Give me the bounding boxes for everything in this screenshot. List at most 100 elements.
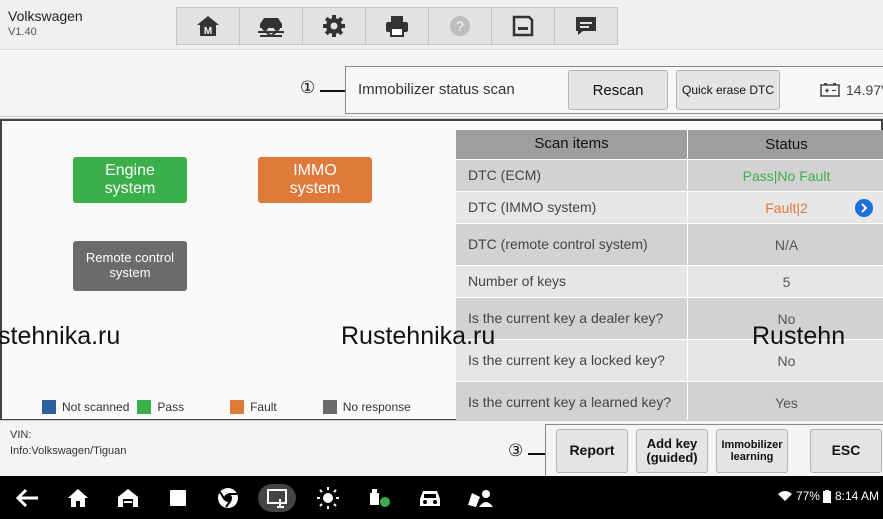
garage-icon [118,489,138,507]
scan-item: DTC (IMMO system) [468,198,597,215]
table-row[interactable]: Is the current key a learned key? Yes [456,382,883,424]
engine-system-line2: system [104,180,156,197]
engine-system-button[interactable]: Engine system [73,157,187,203]
scan-status: Fault|2 [765,199,808,216]
remote-support-button[interactable] [466,484,494,512]
remote-system-line1: Remote control [85,250,175,266]
brand: Volkswagen V1.40 [8,8,83,38]
autel-home-button[interactable] [114,484,142,512]
callout-3: ③ [508,441,524,461]
table-row[interactable]: Number of keys 5 [456,266,883,298]
recent-apps-icon [170,490,186,506]
vci-connected-icon [370,489,390,507]
scan-table: Scan items Status DTC (ECM) Pass|No Faul… [456,130,883,424]
wifi-icon [777,491,792,501]
immo-system-line2: system [289,180,341,197]
callout-1-line [320,90,346,92]
message-icon [576,17,596,35]
legend-label-fault: Fault [250,400,277,414]
table-row[interactable]: DTC (IMMO system) Fault|2 [456,192,883,224]
legend-swatch-fault [230,400,245,414]
scan-item: DTC (remote control system) [468,235,648,252]
system-navbar: 77% 8:14 AM [0,476,883,519]
header-status: Status [687,130,883,159]
vehicle-button[interactable] [416,484,444,512]
immo-system-line1: IMMO [293,161,337,179]
add-key-guided-button[interactable]: Add key (guided) [636,429,708,473]
status-area: 77% 8:14 AM [777,489,879,503]
brand-name: Volkswagen [8,8,83,24]
recent-apps-button[interactable] [164,484,192,512]
chevron-right-icon [861,203,868,213]
callout-1: ① [300,78,316,98]
svg-text:?: ? [456,18,464,34]
vci-button[interactable] [258,484,296,512]
table-row[interactable]: DTC (ECM) Pass|No Fault [456,160,883,192]
add-key-line2: (guided) [646,450,698,465]
app-window: Volkswagen V1.40 M ? ① Immobilizer statu… [0,0,883,519]
back-arrow-icon [16,488,38,508]
car-icon [420,491,440,506]
scan-item: Is the current key a learned key? [468,393,672,410]
battery-percent: 77% [795,489,820,503]
table-header: Scan items Status [456,130,883,160]
message-button[interactable] [554,7,618,45]
remote-support-icon [468,490,493,507]
immo-learning-line2: learning [730,451,774,463]
quick-erase-dtc-button[interactable]: Quick erase DTC [676,70,780,110]
immobilizer-learning-button[interactable]: Immobilizer learning [716,429,788,473]
clock: 8:14 AM [834,489,879,503]
legend-label-pass: Pass [157,400,185,414]
vehicle-lift-icon [258,18,284,38]
vin-label: VIN: [10,429,32,441]
scan-item: Number of keys [468,272,567,289]
home-icon-letter: M [204,26,212,37]
vehicle-lift-button[interactable] [239,7,303,45]
scan-action-box: Immobilizer status scan Rescan Quick era… [345,66,883,114]
brightness-icon [317,487,339,509]
scan-status: Yes [687,382,883,423]
watermark-text: Rustehnika.ru [341,322,496,350]
help-icon: ? [450,16,470,36]
home-outline-icon [68,489,88,507]
brand-version: V1.40 [8,26,37,38]
vehicle-info: Info:Volkswagen/Tiguan [10,445,127,457]
legend-label-not-scanned: Not scanned [62,400,130,414]
scan-status-cell: Fault|2 [687,192,883,223]
scan-title: Immobilizer status scan [358,81,515,98]
detail-arrow-button[interactable] [855,199,873,217]
voltage-readout: 14.97V [820,82,883,98]
main-area: Engine system IMMO system Remote control… [0,118,883,424]
battery-level-icon [822,489,831,503]
table-row[interactable]: DTC (remote control system) N/A [456,224,883,266]
save-button[interactable] [491,7,555,45]
browser-icon [218,488,238,508]
footer: VIN: Info:Volkswagen/Tiguan ③ Report Add… [0,420,883,477]
voltage-value: 14.97V [846,82,883,98]
rescan-button[interactable]: Rescan [568,70,668,110]
vci-status-button[interactable] [366,484,394,512]
immo-system-button[interactable]: IMMO system [258,157,372,203]
scan-item: DTC (ECM) [468,166,542,183]
header-scan-items: Scan items [534,135,609,153]
home-button[interactable]: M [176,7,240,45]
screen-connect-icon [267,489,287,508]
home-icon: M [197,16,219,37]
legend-swatch-not-scanned [42,400,56,414]
browser-button[interactable] [214,484,242,512]
remote-control-system-button[interactable]: Remote control system [73,241,187,291]
print-button[interactable] [365,7,429,45]
esc-button[interactable]: ESC [810,429,882,473]
brightness-button[interactable] [314,484,342,512]
header: Volkswagen V1.40 M ? [0,0,883,50]
scan-status: 5 [687,266,883,297]
add-key-line1: Add key [646,435,698,451]
printer-icon [386,16,408,37]
back-button[interactable] [14,484,42,512]
settings-button[interactable] [302,7,366,45]
callout-3-line [528,453,546,455]
report-button[interactable]: Report [556,429,628,473]
system-panel: Engine system IMMO system Remote control… [0,119,883,424]
help-button[interactable]: ? [428,7,492,45]
home-nav-button[interactable] [64,484,92,512]
